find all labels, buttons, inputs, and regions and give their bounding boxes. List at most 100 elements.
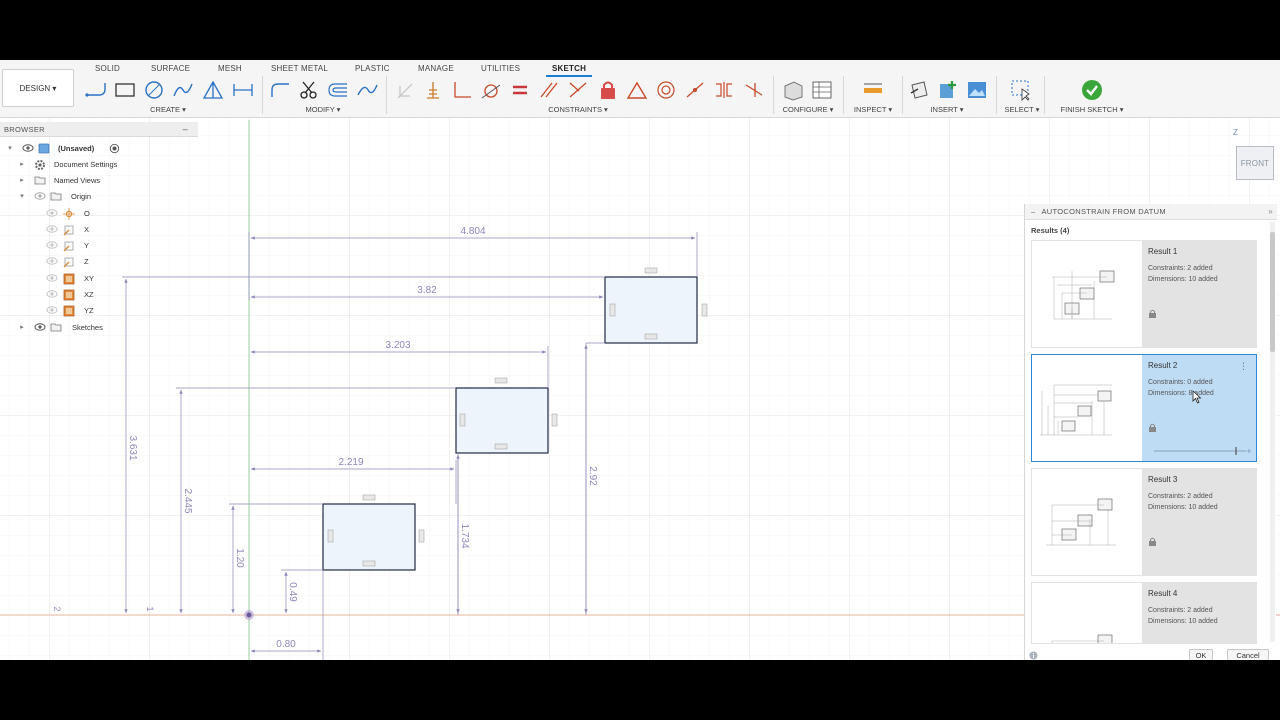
dim-label[interactable]: 1.20: [234, 548, 245, 568]
constraints-menu[interactable]: CONSTRAINTS ▾: [548, 105, 608, 114]
result-card-2[interactable]: Result 2 ⋮ Constraints: 0 added Dimensio…: [1031, 354, 1257, 462]
tree-item-x-axis[interactable]: X: [0, 222, 200, 236]
finish-sketch-button[interactable]: FINISH SKETCH ▾: [1061, 105, 1124, 114]
result-card-3[interactable]: Result 3 Constraints: 2 added Dimensions…: [1031, 468, 1257, 576]
expand-arrow-icon[interactable]: ▸: [18, 176, 26, 184]
symmetry-constraint-icon[interactable]: [712, 78, 736, 102]
circle-tool-icon[interactable]: [142, 78, 166, 102]
parallel-constraint-icon[interactable]: [537, 78, 561, 102]
collinear-constraint-icon[interactable]: [742, 78, 766, 102]
lock-icon[interactable]: [1148, 309, 1157, 318]
tree-item-unsaved[interactable]: ▾ (Unsaved): [0, 141, 200, 155]
visibility-eye-icon[interactable]: [46, 289, 58, 299]
concentric-constraint-icon[interactable]: [654, 78, 678, 102]
create-menu[interactable]: CREATE ▾: [150, 105, 186, 114]
lock-icon[interactable]: [1148, 423, 1157, 432]
dim-label[interactable]: 3.203: [385, 340, 410, 351]
tree-item-origin-point[interactable]: O: [0, 206, 200, 220]
visibility-eye-icon[interactable]: [34, 191, 46, 201]
select-menu[interactable]: SELECT ▾: [1005, 105, 1040, 114]
fillet-tool-icon[interactable]: [268, 78, 292, 102]
midpoint-constraint-icon[interactable]: [683, 78, 707, 102]
dimension-tool-icon[interactable]: [231, 78, 255, 102]
sketch-origin-point[interactable]: [244, 610, 254, 620]
expand-chevrons-icon[interactable]: »: [1268, 207, 1273, 216]
tab-plastic[interactable]: PLASTIC: [355, 64, 390, 73]
expand-arrow-icon[interactable]: ▾: [6, 144, 14, 152]
tab-manage[interactable]: MANAGE: [418, 64, 454, 73]
tree-item-y-axis[interactable]: Y: [0, 238, 200, 252]
visibility-eye-icon[interactable]: [22, 143, 34, 153]
trim-scissors-icon[interactable]: [297, 78, 321, 102]
dim-label[interactable]: 2.445: [182, 488, 193, 513]
dim-label[interactable]: 0.80: [276, 639, 296, 650]
inspect-menu[interactable]: INSPECT ▾: [854, 105, 892, 114]
visibility-eye-icon[interactable]: [46, 273, 58, 283]
dim-label[interactable]: 2.92: [587, 466, 598, 486]
horizontal-vertical-icon[interactable]: [450, 78, 474, 102]
sketch-rect-bottom[interactable]: [322, 494, 425, 571]
panel-scrollbar[interactable]: [1270, 222, 1275, 642]
visibility-eye-icon[interactable]: [46, 240, 58, 250]
line-tool-icon[interactable]: [84, 78, 108, 102]
result-card-4[interactable]: Result 4 Constraints: 2 added Dimensions…: [1031, 582, 1257, 644]
insert-component-icon[interactable]: [936, 78, 960, 102]
tree-item-named-views[interactable]: ▸ Named Views: [0, 173, 200, 187]
configure-box-icon[interactable]: [781, 78, 805, 102]
visibility-eye-icon[interactable]: [46, 305, 58, 315]
tree-item-origin[interactable]: ▾ Origin: [0, 189, 200, 203]
dim-label[interactable]: 4.804: [460, 226, 485, 237]
configure-menu[interactable]: CONFIGURE ▾: [783, 105, 834, 114]
tab-mesh[interactable]: MESH: [218, 64, 242, 73]
measure-icon[interactable]: [861, 78, 885, 102]
triangle-constraint-icon[interactable]: [625, 78, 649, 102]
visibility-eye-icon[interactable]: [46, 208, 58, 218]
viewcube[interactable]: FRONT: [1236, 146, 1274, 180]
modify-menu[interactable]: MODIFY ▾: [306, 105, 341, 114]
active-radio-icon[interactable]: [109, 143, 121, 154]
dim-label[interactable]: 3.82: [417, 285, 437, 296]
tab-surface[interactable]: SURFACE: [151, 64, 190, 73]
design-workspace-button[interactable]: DESIGN ▾: [2, 69, 74, 107]
offset-tool-icon[interactable]: [326, 78, 350, 102]
result-card-1[interactable]: Result 1 Constraints: 2 added Dimensions…: [1031, 240, 1257, 348]
dim-label[interactable]: 2.219: [338, 457, 363, 468]
visibility-eye-icon[interactable]: [46, 256, 58, 266]
panel-scrollbar-thumb[interactable]: [1270, 232, 1275, 352]
tab-sheet-metal[interactable]: SHEET METAL: [271, 64, 328, 73]
expand-arrow-icon[interactable]: ▾: [18, 192, 26, 200]
dim-label[interactable]: 0.49: [287, 582, 298, 602]
browser-collapse-button[interactable]: –: [183, 124, 188, 134]
perpendicular-constraint-icon[interactable]: [421, 78, 445, 102]
sketch-rect-top[interactable]: [604, 267, 708, 344]
insert-image-icon[interactable]: [965, 78, 989, 102]
cancel-button[interactable]: Cancel: [1227, 649, 1269, 660]
info-icon[interactable]: [1029, 651, 1038, 660]
tree-item-z-axis[interactable]: Z: [0, 254, 200, 268]
polygon-tool-icon[interactable]: [201, 78, 225, 102]
lock-constraint-icon[interactable]: [596, 78, 620, 102]
fix-constraint-icon[interactable]: [393, 78, 417, 102]
select-window-icon[interactable]: [1009, 78, 1033, 102]
rectangle-tool-icon[interactable]: [113, 78, 137, 102]
tree-item-yz-plane[interactable]: YZ: [0, 303, 200, 317]
insert-menu[interactable]: INSERT ▾: [930, 105, 963, 114]
spline-tool-icon[interactable]: [171, 78, 195, 102]
spline-modify-icon[interactable]: [355, 78, 379, 102]
tab-utilities[interactable]: UTILITIES: [481, 64, 520, 73]
tab-solid[interactable]: SOLID: [95, 64, 120, 73]
configure-table-icon[interactable]: [810, 78, 834, 102]
insert-derive-icon[interactable]: [907, 78, 931, 102]
tangent-constraint-icon[interactable]: [479, 78, 503, 102]
tab-sketch[interactable]: SKETCH: [545, 64, 593, 77]
visibility-eye-icon[interactable]: [46, 224, 58, 234]
tree-item-document-settings[interactable]: ▸ Document Settings: [0, 157, 200, 171]
sketch-rect-middle[interactable]: [455, 377, 558, 454]
finish-sketch-check-icon[interactable]: [1080, 78, 1104, 102]
result-slider[interactable]: [1150, 447, 1252, 455]
tree-item-sketches[interactable]: ▸ Sketches: [0, 320, 200, 334]
expand-arrow-icon[interactable]: ▸: [18, 160, 26, 168]
dim-label[interactable]: 3.631: [127, 435, 138, 460]
coincident-constraint-icon[interactable]: [566, 78, 590, 102]
tree-item-xz-plane[interactable]: XZ: [0, 287, 200, 301]
